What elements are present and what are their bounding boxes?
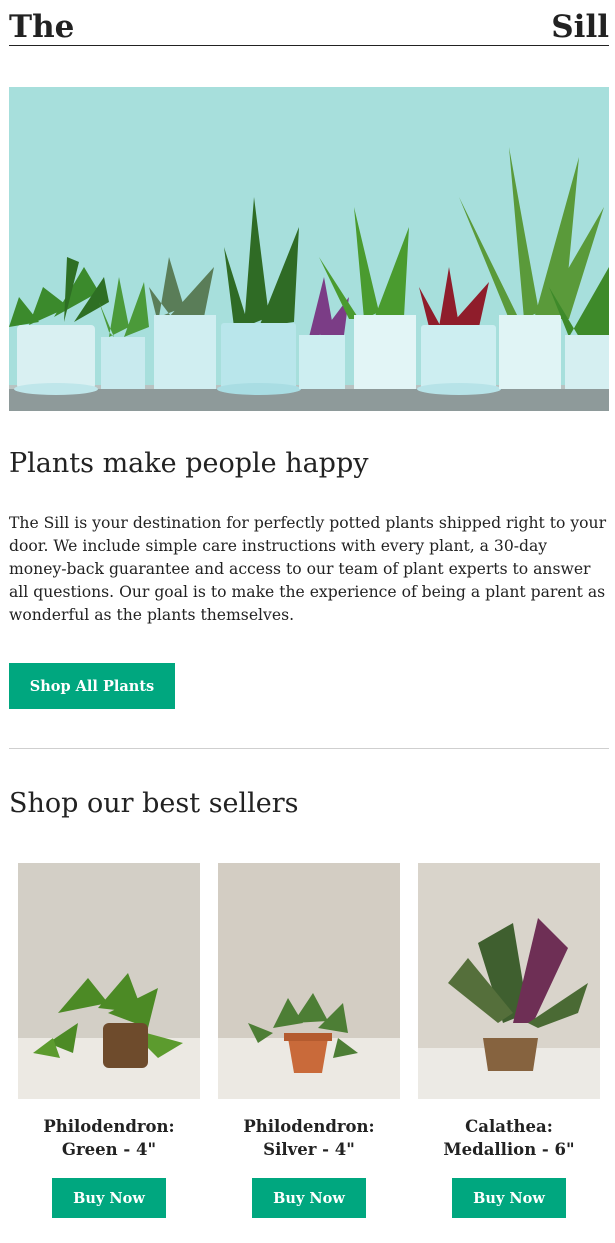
buy-now-button[interactable]: Buy Now [252,1178,366,1218]
plants-row-illustration [9,87,609,411]
hero-image [9,87,609,411]
product-card: Calathea: Medallion - 6" Buy Now [418,863,600,1218]
product-name[interactable]: Philodendron: Green - 4" [18,1115,200,1161]
product-image-philodendron-silver[interactable] [218,863,400,1099]
best-sellers-title: Shop our best sellers [9,788,299,819]
product-card: Philodendron: Silver - 4" Buy Now [218,863,400,1218]
buy-now-button[interactable]: Buy Now [52,1178,166,1218]
product-image-philodendron-green[interactable] [18,863,200,1099]
shop-all-plants-button[interactable]: Shop All Plants [9,663,175,709]
logo-sill[interactable]: Sill [551,12,609,45]
intro-body: The Sill is your destination for perfect… [9,514,607,624]
site-header: The Sill [9,0,609,46]
product-card: Philodendron: Green - 4" Buy Now [18,863,200,1218]
buy-now-button[interactable]: Buy Now [452,1178,566,1218]
product-name[interactable]: Calathea: Medallion - 6" [418,1115,600,1161]
logo-the[interactable]: The [9,12,74,45]
product-image-calathea-medallion[interactable] [418,863,600,1099]
product-name[interactable]: Philodendron: Silver - 4" [218,1115,400,1161]
intro-title: Plants make people happy [9,448,369,479]
section-divider [9,748,609,749]
